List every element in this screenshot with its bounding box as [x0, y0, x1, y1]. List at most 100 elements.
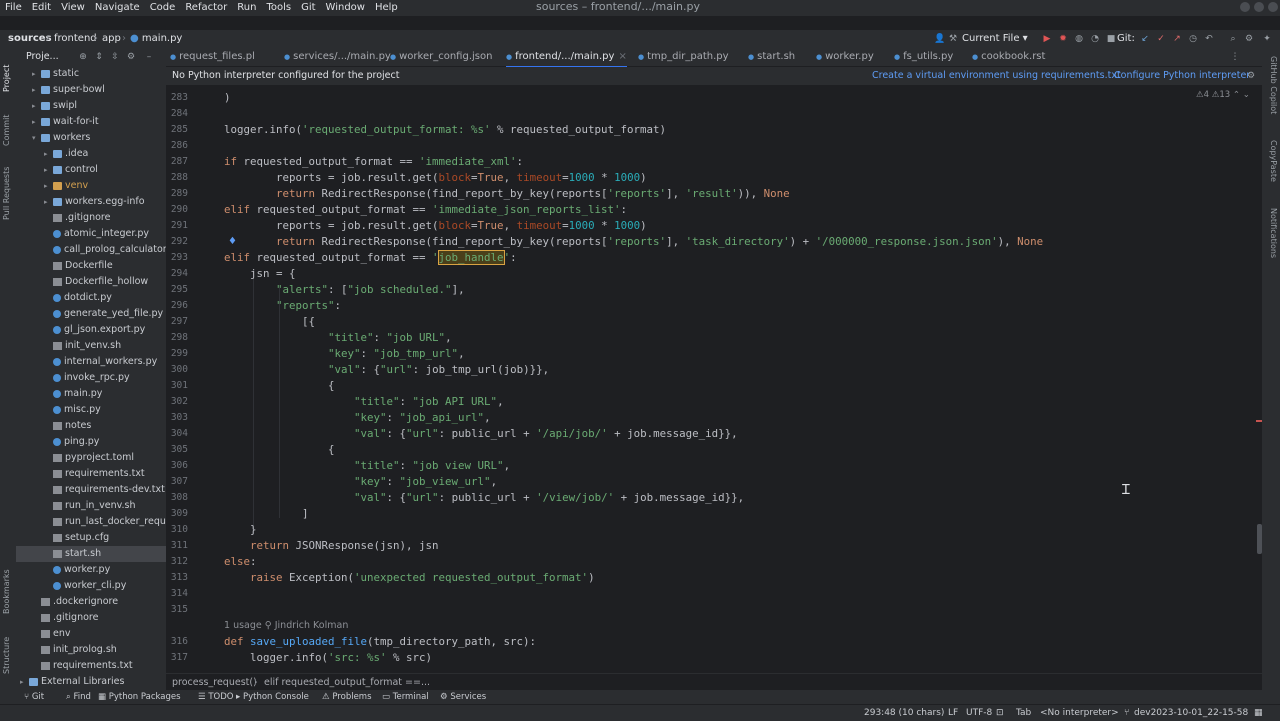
code-line[interactable]: else:	[224, 554, 257, 570]
tool-window-terminal[interactable]: ▭ Terminal	[382, 690, 429, 704]
maximize-button[interactable]	[1254, 2, 1264, 12]
code-line[interactable]: "title": "job view URL",	[224, 458, 510, 474]
structure-tool-button[interactable]: Structure	[2, 637, 11, 674]
code-line[interactable]: "val": {"url": job_tmp_url(job)}},	[224, 362, 549, 378]
code-line[interactable]: ]	[224, 506, 309, 522]
project-tool-button[interactable]: Project	[2, 65, 11, 92]
debug-icon[interactable]: ✹	[1058, 34, 1068, 44]
tool-window-services[interactable]: ⚙ Services	[440, 690, 486, 704]
more-tabs-icon[interactable]: ⋮	[1230, 52, 1240, 62]
copypaste-tool-button[interactable]: CopyPaste	[1269, 140, 1278, 182]
git-push-icon[interactable]: ↗	[1172, 34, 1182, 44]
expand-arrow-icon[interactable]: ▾	[32, 130, 41, 146]
menu-file[interactable]: File	[0, 0, 27, 16]
configure-interpreter-link[interactable]: Configure Python interpreter	[1114, 67, 1250, 85]
editor-tab[interactable]: ● fs_utils.py	[894, 48, 953, 66]
hide-panel-icon[interactable]: –	[144, 52, 154, 62]
code-line[interactable]: [{	[224, 314, 315, 330]
code-line[interactable]: logger.info('src: %s' % src)	[224, 650, 432, 666]
tool-window-todo[interactable]: ☰ TODO	[198, 690, 233, 704]
tree-file[interactable]: gl_json.export.py	[16, 322, 166, 338]
bookmarks-tool-button[interactable]: Bookmarks	[2, 569, 11, 614]
run-config-select[interactable]: Current File ▾	[962, 30, 1028, 48]
history-icon[interactable]: ◷	[1188, 34, 1198, 44]
tree-file[interactable]: worker_cli.py	[16, 578, 166, 594]
code-line[interactable]: return RedirectResponse(find_report_by_k…	[224, 186, 790, 202]
git-update-icon[interactable]: ↙	[1140, 34, 1150, 44]
tool-window-git[interactable]: ⑂ Git	[24, 690, 44, 704]
interpreter-status[interactable]: <No interpreter>	[1040, 705, 1119, 721]
tree-file[interactable]: .gitignore	[16, 610, 166, 626]
code-line[interactable]: "key": "job_tmp_url",	[224, 346, 465, 362]
breadcrumb-app[interactable]: app	[102, 30, 121, 48]
tree-file[interactable]: misc.py	[16, 402, 166, 418]
stop-icon[interactable]: ■	[1106, 34, 1116, 44]
tree-folder[interactable]: ▸ venv	[16, 178, 166, 194]
tree-file[interactable]: .dockerignore	[16, 594, 166, 610]
editor-tab[interactable]: ● start.sh	[748, 48, 795, 66]
tree-file[interactable]: init_prolog.sh	[16, 642, 166, 658]
tree-file[interactable]: worker.py	[16, 562, 166, 578]
code-editor[interactable]: 283) 284 285 logger.info('requested_output_…	[166, 86, 1262, 671]
tree-file[interactable]: generate_yed_file.py	[16, 306, 166, 322]
menu-navigate[interactable]: Navigate	[90, 0, 145, 16]
breadcrumb-root[interactable]: sources	[8, 30, 52, 48]
settings-gear-icon[interactable]: ⚙	[1244, 34, 1254, 44]
pull-requests-tool-button[interactable]: Pull Requests	[2, 167, 11, 220]
tool-window-problems[interactable]: ⚠ Problems	[322, 690, 372, 704]
usage-author-hint[interactable]: 1 usage ⚲ Jindrich Kolman	[224, 618, 348, 634]
line-separator[interactable]: LF	[948, 705, 958, 721]
expand-arrow-icon[interactable]: ▸	[32, 66, 41, 82]
minimize-button[interactable]	[1240, 2, 1250, 12]
menu-refactor[interactable]: Refactor	[180, 0, 232, 16]
tree-folder[interactable]: ▸ .idea	[16, 146, 166, 162]
expand-arrow-icon[interactable]: ▸	[32, 114, 41, 130]
expand-all-icon[interactable]: ⇕	[94, 52, 104, 62]
code-line[interactable]: {	[224, 442, 335, 458]
user-icon[interactable]: 👤	[934, 34, 945, 44]
ai-assistant-icon[interactable]: ✦	[1262, 34, 1272, 44]
code-line[interactable]: reports = job.result.get(block=True, tim…	[224, 218, 647, 234]
code-line[interactable]: reports = job.result.get(block=True, tim…	[224, 170, 647, 186]
inspection-widget[interactable]: ⚠4 ⚠13 ⌃ ⌄	[1196, 90, 1250, 100]
code-line[interactable]: elif requested_output_format == 'immedia…	[224, 202, 627, 218]
expand-arrow-icon[interactable]: ▸	[44, 178, 53, 194]
tree-folder[interactable]: ▸ static	[16, 66, 166, 82]
code-line[interactable]: if requested_output_format == 'immediate…	[224, 154, 523, 170]
code-line[interactable]: "reports":	[224, 298, 341, 314]
code-line[interactable]: jsn = {	[224, 266, 296, 282]
code-line[interactable]: return RedirectResponse(find_report_by_k…	[224, 234, 1043, 250]
tree-folder[interactable]: ▸ External Libraries	[16, 674, 166, 690]
bulb-icon[interactable]: ♦	[228, 236, 237, 247]
editor-tab[interactable]: ● worker.py	[816, 48, 874, 66]
code-line[interactable]: )	[224, 90, 231, 106]
editor-tab[interactable]: ● tmp_dir_path.py	[638, 48, 729, 66]
code-line[interactable]: raise Exception('unexpected requested_ou…	[224, 570, 595, 586]
menu-window[interactable]: Window	[321, 0, 370, 16]
notifications-tool-button[interactable]: Notifications	[1269, 208, 1278, 258]
editor-tab[interactable]: ● frontend/.../main.py ×	[506, 48, 627, 68]
tree-folder[interactable]: ▸ wait-for-it	[16, 114, 166, 130]
git-branch[interactable]: dev2023-10-01_22-15-58	[1134, 705, 1248, 721]
menu-tools[interactable]: Tools	[261, 0, 296, 16]
tree-file[interactable]: Dockerfile_hollow	[16, 274, 166, 290]
expand-arrow-icon[interactable]: ▸	[20, 674, 29, 690]
git-commit-icon[interactable]: ✓	[1156, 34, 1166, 44]
editor-tab[interactable]: ● cookbook.rst	[972, 48, 1045, 66]
tree-file[interactable]: pyproject.toml	[16, 450, 166, 466]
tree-file[interactable]: main.py	[16, 386, 166, 402]
menu-code[interactable]: Code	[145, 0, 181, 16]
breadcrumb-file[interactable]: ● main.py	[130, 30, 182, 48]
project-panel-title[interactable]: Proje...	[26, 48, 59, 66]
tree-file[interactable]: run_last_docker_reque	[16, 514, 166, 530]
menu-git[interactable]: Git	[296, 0, 320, 16]
tree-file[interactable]: run_in_venv.sh	[16, 498, 166, 514]
code-line[interactable]: "val": {"url": public_url + '/api/job/' …	[224, 426, 738, 442]
search-icon[interactable]: ⌕	[1228, 34, 1238, 44]
expand-arrow-icon[interactable]: ▸	[44, 162, 53, 178]
tree-file[interactable]: requirements.txt	[16, 658, 166, 674]
breadcrumb-function[interactable]: process_request()	[172, 674, 257, 691]
create-venv-link[interactable]: Create a virtual environment using requi…	[872, 67, 1121, 85]
tree-folder[interactable]: ▾ workers	[16, 130, 166, 146]
rollback-icon[interactable]: ↶	[1204, 34, 1214, 44]
